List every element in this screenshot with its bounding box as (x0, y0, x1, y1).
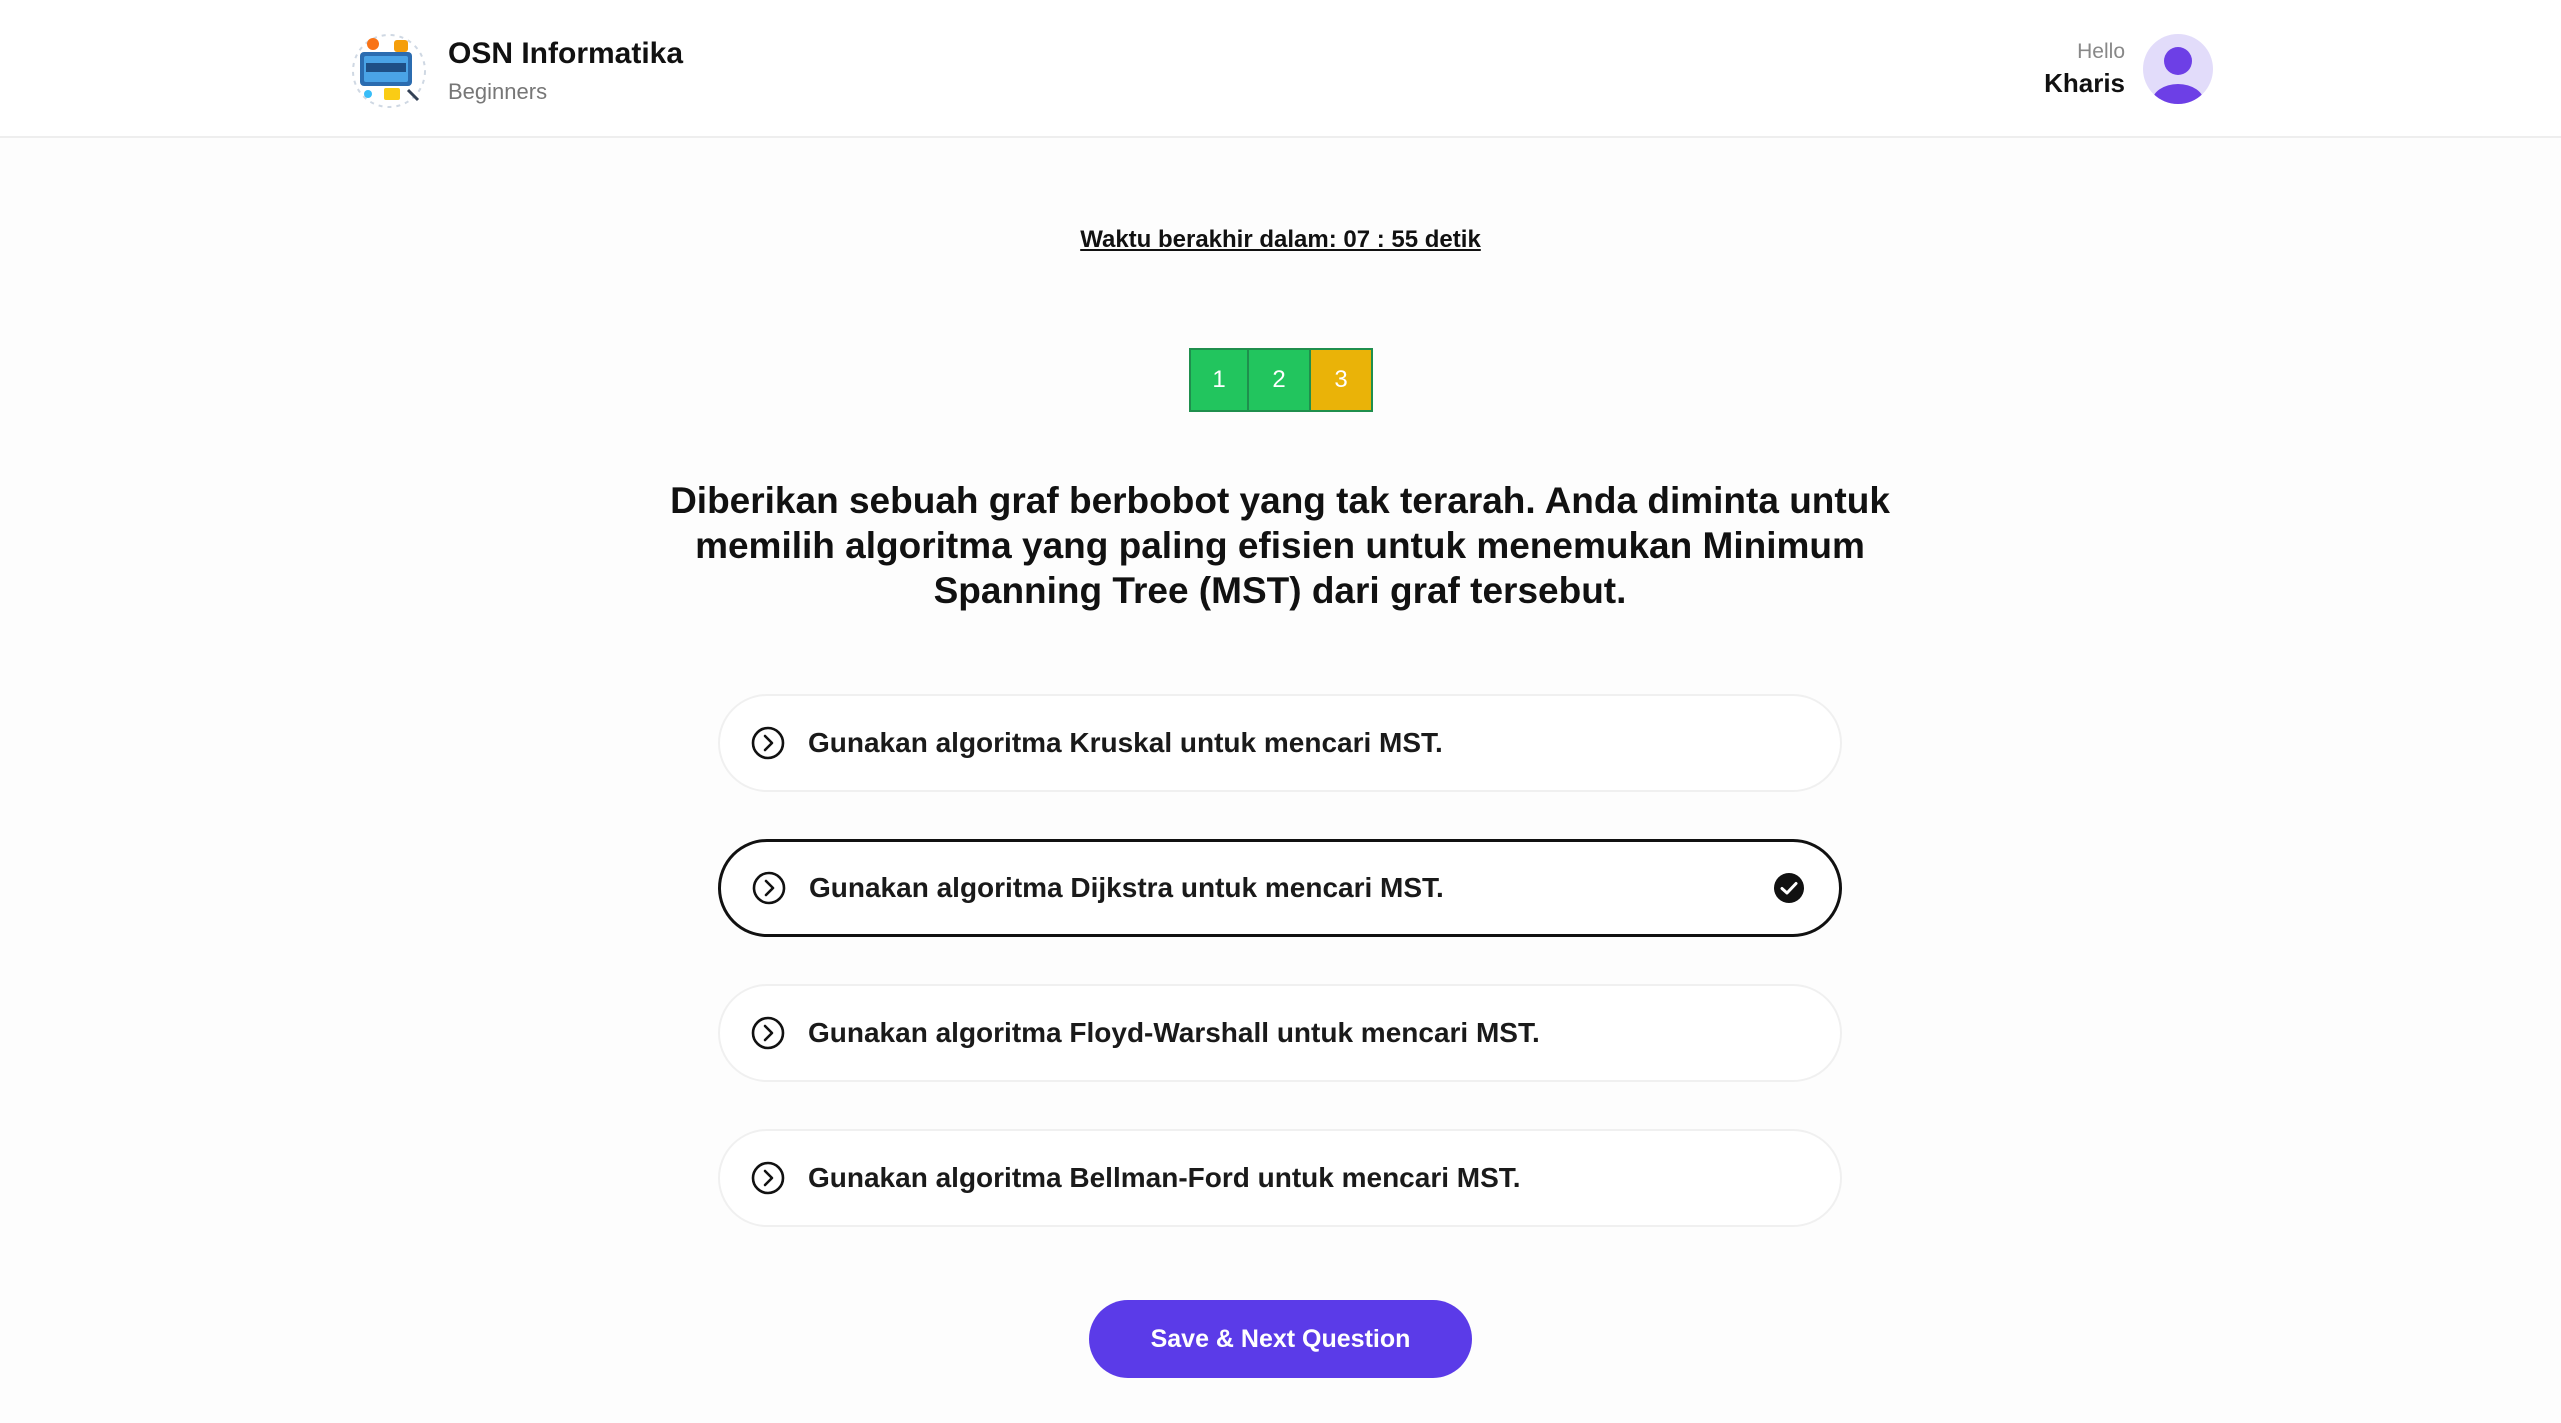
question-nav-3[interactable]: 3 (1309, 350, 1371, 410)
answer-option-kruskal[interactable]: Gunakan algoritma Kruskal untuk mencari … (718, 694, 1842, 792)
answer-options: Gunakan algoritma Kruskal untuk mencari … (718, 694, 1842, 1274)
brand[interactable]: OSN Informatika Beginners (348, 30, 683, 112)
answer-option-label: Gunakan algoritma Floyd-Warshall untuk m… (808, 1017, 1540, 1048)
answer-option-bellman-ford[interactable]: Gunakan algoritma Bellman-Ford untuk men… (718, 1129, 1842, 1227)
user-name: Kharis (2044, 68, 2125, 98)
answer-option-label: Gunakan algoritma Bellman-Ford untuk men… (808, 1162, 1521, 1193)
user-menu[interactable]: Hello Kharis (2044, 34, 2213, 104)
greeting-text: Hello (2077, 40, 2125, 63)
chevron-circle-right-icon (751, 726, 785, 760)
question-nav-1[interactable]: 1 (1191, 350, 1247, 410)
chevron-circle-right-icon (751, 1016, 785, 1050)
question-nav-2[interactable]: 2 (1247, 350, 1309, 410)
countdown-timer: Waktu berakhir dalam: 07 : 55 detik (1080, 226, 1481, 253)
technology-logo-icon (352, 34, 426, 108)
answer-option-floyd-warshall[interactable]: Gunakan algoritma Floyd-Warshall untuk m… (718, 984, 1842, 1082)
user-avatar-icon (2152, 47, 2204, 104)
avatar[interactable] (2143, 34, 2213, 104)
chevron-circle-right-icon (751, 1161, 785, 1195)
save-next-button[interactable]: Save & Next Question (1089, 1300, 1472, 1378)
chevron-circle-right-icon (752, 871, 786, 905)
answer-option-label: Gunakan algoritma Kruskal untuk mencari … (808, 727, 1443, 758)
brand-title: OSN Informatika (448, 37, 684, 70)
question-navigator: 1 2 3 (1189, 348, 1373, 412)
question-text: Diberikan sebuah graf berbobot yang tak … (670, 480, 1890, 611)
answer-option-dijkstra[interactable]: Gunakan algoritma Dijkstra untuk mencari… (718, 839, 1842, 937)
app-header: OSN Informatika Beginners Hello Kharis (0, 0, 2561, 138)
answer-option-label: Gunakan algoritma Dijkstra untuk mencari… (809, 872, 1444, 903)
brand-subtitle: Beginners (448, 79, 548, 104)
check-circle-icon (1774, 873, 1804, 903)
